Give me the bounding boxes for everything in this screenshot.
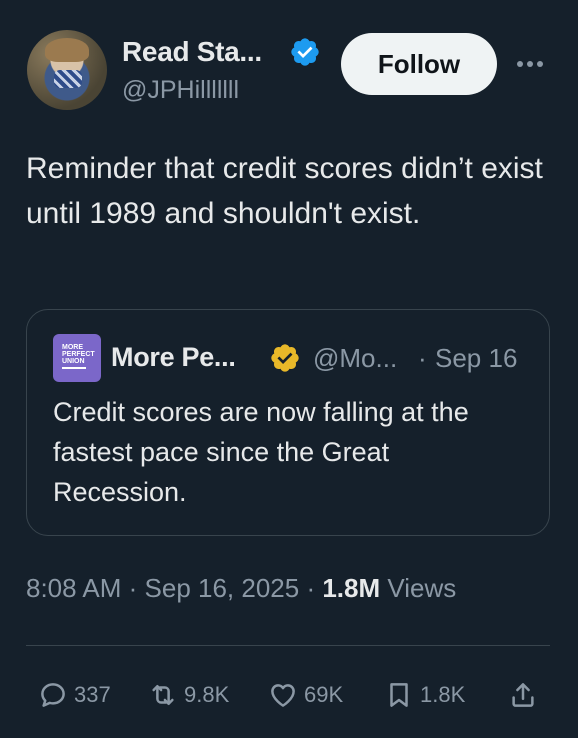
tweet-time[interactable]: 8:08 AM bbox=[26, 573, 121, 603]
quote-date[interactable]: Sep 16 bbox=[435, 343, 517, 374]
bookmark-button[interactable]: 1.8K bbox=[384, 673, 465, 717]
logo-line: UNION bbox=[62, 358, 85, 365]
more-dot bbox=[537, 61, 543, 67]
share-button[interactable] bbox=[508, 673, 538, 717]
reply-count: 337 bbox=[74, 682, 111, 707]
more-icon[interactable] bbox=[512, 54, 548, 74]
more-dot bbox=[527, 61, 533, 67]
tweet-meta: 8:08 AM · Sep 16, 2025 · 1.8M Views bbox=[26, 573, 456, 604]
repost-button[interactable]: 9.8K bbox=[148, 673, 229, 717]
quote-text: Credit scores are now falling at the fas… bbox=[53, 397, 469, 507]
quote-author-name: More Pe... bbox=[111, 342, 236, 372]
logo-underline bbox=[62, 367, 86, 369]
bookmark-count: 1.8K bbox=[420, 682, 466, 707]
divider bbox=[26, 645, 550, 646]
more-dot bbox=[517, 61, 523, 67]
verified-badge-icon bbox=[271, 344, 299, 372]
like-count: 69K bbox=[304, 682, 344, 707]
meta-separator: · bbox=[299, 573, 323, 603]
author-handle[interactable]: @JPHilllllll bbox=[122, 76, 239, 105]
like-button[interactable]: 69K bbox=[268, 673, 343, 717]
quote-author-handle: @Mo... bbox=[313, 343, 398, 373]
repost-icon bbox=[152, 685, 174, 705]
tweet-date[interactable]: Sep 16, 2025 bbox=[145, 573, 300, 603]
like-icon bbox=[271, 684, 295, 707]
quote-author-logo: MORE PERFECT UNION bbox=[53, 334, 101, 382]
author-display-name[interactable]: Read Sta... bbox=[122, 36, 262, 68]
avatar-mask bbox=[54, 70, 82, 88]
views-label: Views bbox=[380, 573, 457, 603]
logo-line: MORE bbox=[62, 344, 83, 351]
meta-separator: · bbox=[121, 573, 145, 603]
follow-button[interactable]: Follow bbox=[341, 33, 497, 95]
repost-count: 9.8K bbox=[184, 682, 230, 707]
avatar-hair bbox=[45, 38, 89, 62]
reply-button[interactable]: 337 bbox=[38, 673, 111, 717]
reply-icon bbox=[41, 683, 65, 707]
quoted-tweet[interactable]: MORE PERFECT UNION More Pe... @Mo... · S… bbox=[26, 309, 550, 536]
avatar[interactable] bbox=[27, 30, 107, 110]
tweet-text: Reminder that credit scores didn’t exist… bbox=[26, 152, 543, 230]
logo-line: PERFECT bbox=[62, 351, 95, 358]
share-icon bbox=[512, 683, 534, 707]
views-count: 1.8M bbox=[322, 573, 381, 603]
verified-badge-icon bbox=[291, 38, 319, 66]
bookmark-icon bbox=[390, 683, 408, 707]
quote-separator: · bbox=[418, 343, 427, 373]
